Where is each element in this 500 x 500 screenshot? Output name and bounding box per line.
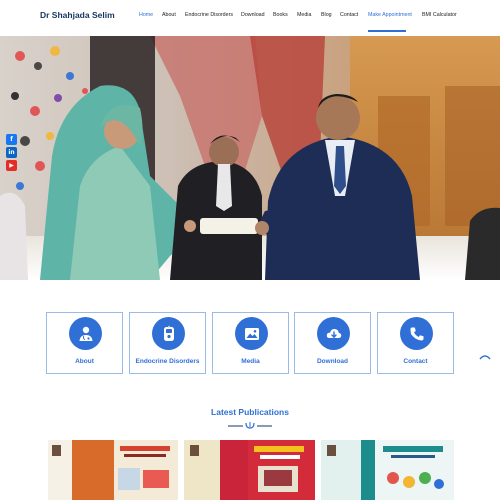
book-cover-3[interactable]	[321, 440, 454, 500]
card-label: Contact	[403, 358, 428, 365]
divider-ornament	[228, 422, 272, 429]
card-contact[interactable]: Contact	[377, 312, 454, 374]
phone-icon	[400, 317, 433, 350]
nav-bmi-calculator[interactable]: BMI Calculator	[422, 12, 457, 18]
nav-contact[interactable]: Contact	[340, 12, 358, 18]
card-label: Media	[241, 358, 260, 365]
nav-download[interactable]: Download	[241, 12, 265, 18]
card-label: About	[75, 358, 94, 365]
hero-photo	[0, 36, 500, 280]
nav-blog[interactable]: Blog	[321, 12, 332, 18]
publications-list	[0, 440, 500, 500]
card-label: Download	[316, 358, 349, 365]
nav-endocrine-disorders[interactable]: Endocrine Disorders	[185, 12, 233, 18]
youtube-icon[interactable]: ▶	[6, 160, 17, 171]
glucometer-icon	[152, 317, 185, 350]
publications-heading: Latest Publications	[211, 407, 289, 417]
site-header: Dr Shahjada Selim Home About Endocrine D…	[0, 0, 500, 36]
cloud-download-icon	[317, 317, 350, 350]
card-download[interactable]: Download	[294, 312, 371, 374]
linkedin-icon[interactable]: in	[6, 147, 17, 158]
nav-about[interactable]: About	[162, 12, 176, 18]
hero-banner: f in ▶	[0, 36, 500, 280]
book-cover-2[interactable]	[184, 440, 315, 500]
media-icon	[235, 317, 268, 350]
service-cards: About Endocrine Disorders Media Download…	[0, 312, 500, 374]
nav-books[interactable]: Books	[273, 12, 288, 18]
card-media[interactable]: Media	[212, 312, 289, 374]
doctor-icon	[69, 317, 102, 350]
nav-home[interactable]: Home	[139, 12, 153, 18]
nav-make-appointment[interactable]: Make Appointment	[368, 12, 412, 18]
card-endocrine-disorders[interactable]: Endocrine Disorders	[129, 312, 206, 374]
social-links: f in ▶	[6, 134, 17, 173]
card-label: Endocrine Disorders	[135, 358, 200, 365]
active-underline	[368, 30, 406, 32]
facebook-icon[interactable]: f	[6, 134, 17, 145]
main-nav: Home About Endocrine Disorders Download …	[0, 12, 500, 26]
nav-media[interactable]: Media	[297, 12, 311, 18]
card-about[interactable]: About	[46, 312, 123, 374]
book-cover-1[interactable]	[48, 440, 178, 500]
scroll-top-icon[interactable]	[478, 352, 492, 362]
